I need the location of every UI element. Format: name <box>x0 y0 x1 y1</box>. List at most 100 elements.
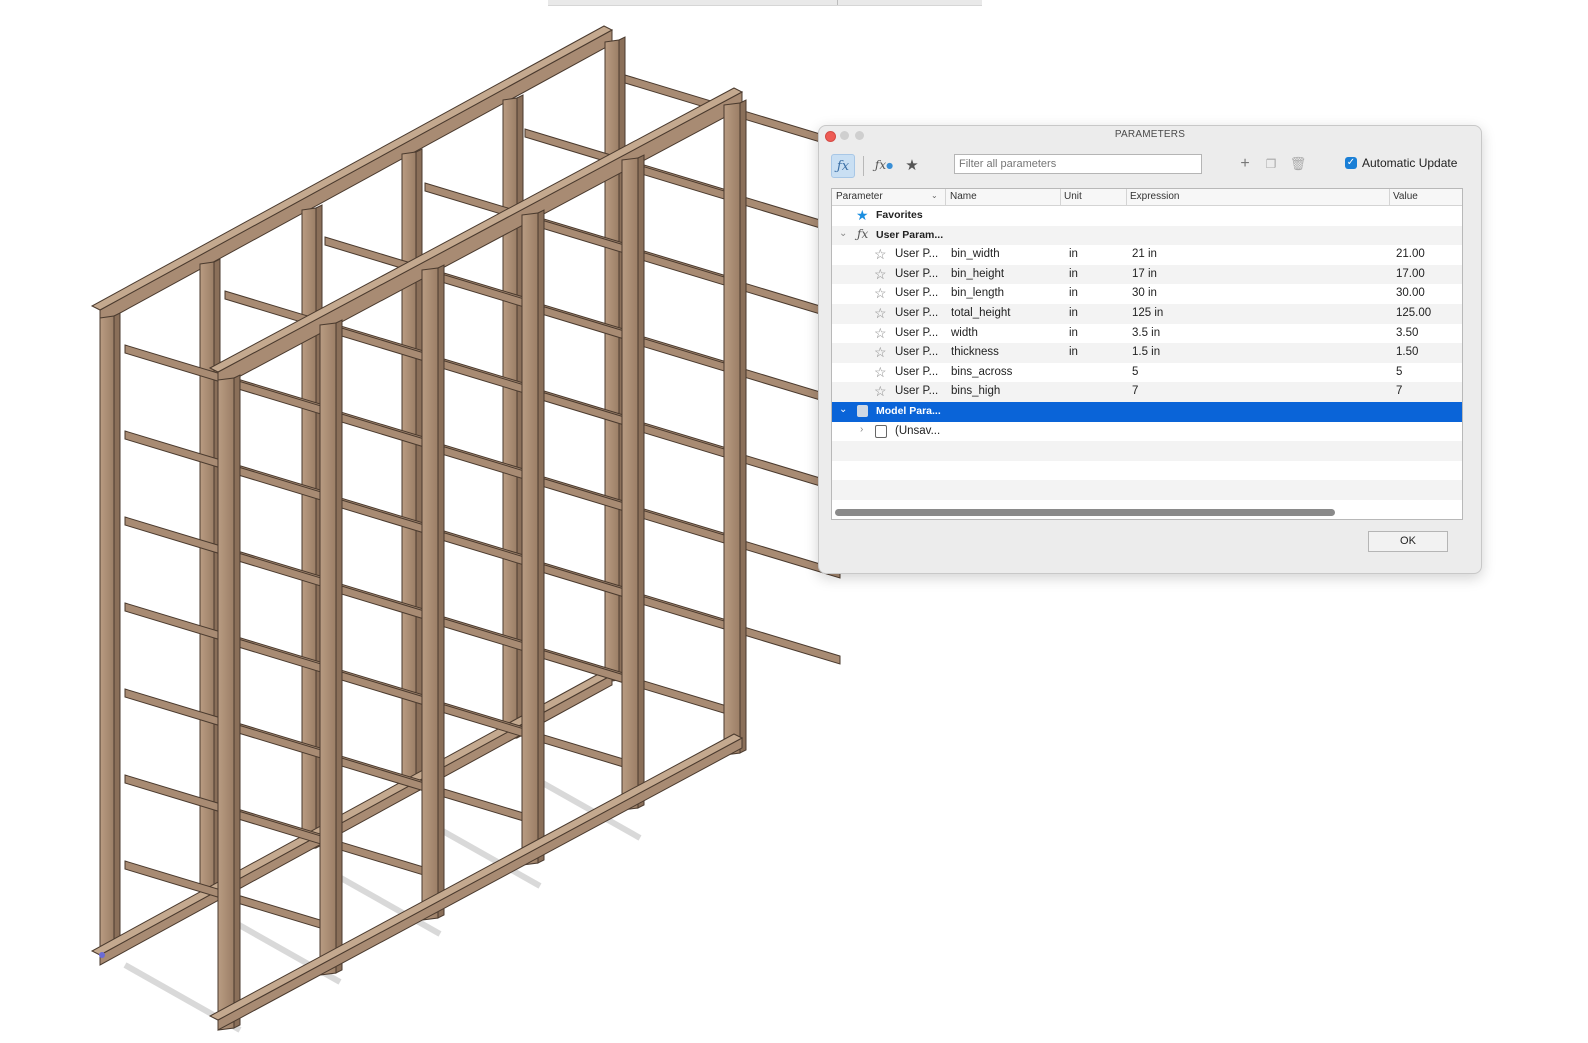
unit-cell: in <box>1069 248 1078 261</box>
value-cell: 17.00 <box>1396 267 1425 280</box>
model-cube-icon <box>857 404 868 417</box>
star-outline-icon[interactable]: ☆ <box>874 364 887 381</box>
table-row[interactable]: ☆ User P... bin_height in 17 in 17.00 <box>832 264 1462 285</box>
value-cell: 30.00 <box>1396 287 1425 300</box>
front-post <box>421 267 439 921</box>
table-row[interactable]: ☆ User P... thickness in 1.5 in 1.50 <box>832 343 1462 363</box>
column-header-value[interactable]: Value <box>1393 191 1418 205</box>
parameter-cell: User P... <box>895 248 939 261</box>
star-outline-icon[interactable]: ☆ <box>874 285 887 302</box>
parameter-cell: User P... <box>895 346 939 359</box>
empty-row <box>832 441 1462 461</box>
front-post-side <box>233 374 241 1029</box>
value-cell: 21.00 <box>1396 248 1425 261</box>
star-outline-icon[interactable]: ☆ <box>874 325 887 342</box>
automatic-update-toggle[interactable]: ✓ Automatic Update <box>1345 156 1457 170</box>
front-post-side <box>537 209 545 864</box>
star-outline-icon[interactable]: ☆ <box>874 383 887 400</box>
ok-button[interactable]: OK <box>1368 531 1448 552</box>
star-outline-icon[interactable]: ☆ <box>874 344 887 361</box>
expression-cell[interactable]: 21 in <box>1132 248 1157 260</box>
front-bottom-beam <box>217 737 743 1031</box>
component-icon <box>875 424 887 438</box>
star-filled-icon: ★ <box>856 207 869 223</box>
star-outline-icon[interactable]: ☆ <box>874 266 887 283</box>
wood-rack-model <box>90 25 841 1033</box>
expression-cell[interactable]: 5 <box>1132 366 1138 378</box>
expression-cell[interactable]: 7 <box>1132 385 1138 397</box>
table-row[interactable]: ☆ User P... width in 3.5 in 3.50 <box>832 324 1462 344</box>
toolbar-divider <box>863 156 864 176</box>
origin-point[interactable] <box>99 952 105 958</box>
plus-icon[interactable]: + <box>1236 154 1254 174</box>
star-outline-icon[interactable]: ☆ <box>874 246 887 263</box>
unit-cell: in <box>1069 267 1078 280</box>
parameter-cell: User P... <box>895 306 939 319</box>
parameter-cell: User P... <box>895 267 939 280</box>
chevron-right-icon[interactable]: › <box>860 424 863 435</box>
empty-row <box>832 461 1462 481</box>
table-row[interactable]: ☆ User P... bins_high 7 7 <box>832 382 1462 402</box>
user-params-group-row[interactable]: ⌄ ƒx User Param... <box>832 225 1462 246</box>
expression-cell[interactable]: 3.5 in <box>1132 327 1160 339</box>
name-cell: width <box>951 326 978 339</box>
parameter-cell: User P... <box>895 287 939 300</box>
model-params-group-row[interactable]: ⌄ Model Para... <box>832 401 1462 422</box>
parameter-cell: User P... <box>895 385 939 398</box>
front-post-side <box>335 319 343 974</box>
column-header-parameter[interactable]: Parameter <box>836 191 883 205</box>
dialog-toolbar: ƒx ƒx● ★ + ❐ 🗑 ✓ Automatic Update <box>819 152 1481 182</box>
value-cell: 5 <box>1396 365 1403 378</box>
fx-icon[interactable]: ƒx <box>831 154 855 178</box>
dialog-titlebar: PARAMETERS <box>819 126 1481 144</box>
chevron-down-icon[interactable]: ⌄ <box>839 228 847 239</box>
star-icon[interactable]: ★ <box>901 154 923 176</box>
expression-cell[interactable]: 30 in <box>1132 287 1157 299</box>
name-cell: bins_across <box>951 365 1013 378</box>
expression-cell[interactable]: 125 in <box>1132 307 1163 319</box>
name-cell: total_height <box>951 306 1011 319</box>
front-bottom-beam-top <box>208 733 744 1021</box>
name-cell: bin_length <box>951 287 1005 300</box>
table-row[interactable]: ☆ User P... bins_across 5 5 <box>832 363 1462 383</box>
model-child-row[interactable]: › (Unsav... <box>832 422 1462 442</box>
value-cell: 1.50 <box>1396 346 1419 359</box>
expression-cell[interactable]: 1.5 in <box>1132 346 1160 358</box>
value-cell: 125.00 <box>1396 306 1432 319</box>
filter-parameters-input[interactable] <box>954 154 1202 174</box>
fx-user-icon[interactable]: ƒx ● <box>873 154 895 176</box>
chevron-down-icon[interactable]: ⌄ <box>931 191 938 205</box>
copy-icon[interactable]: ❐ <box>1262 154 1280 174</box>
unit-cell: in <box>1069 346 1078 359</box>
parameters-dialog: PARAMETERS ƒx ƒx● ★ + ❐ 🗑 ✓ Automatic Up… <box>818 125 1482 574</box>
front-post <box>723 102 741 756</box>
unit-cell: in <box>1069 326 1078 339</box>
column-header-expression[interactable]: Expression <box>1130 191 1179 205</box>
fx-icon: ƒx <box>857 226 869 241</box>
model-child-label: (Unsav... <box>895 424 941 437</box>
table-row[interactable]: ☆ User P... bin_length in 30 in 30.00 <box>832 284 1462 304</box>
checkbox-checked-icon[interactable]: ✓ <box>1345 157 1357 169</box>
unit-cell: in <box>1069 287 1078 300</box>
star-outline-icon[interactable]: ☆ <box>874 305 887 322</box>
front-post <box>319 322 337 976</box>
front-top-beam-top <box>208 87 744 373</box>
front-post <box>217 377 235 1031</box>
user-params-group-label: User Param... <box>876 228 944 241</box>
column-header-name[interactable]: Name <box>950 191 977 205</box>
chevron-down-icon[interactable]: ⌄ <box>839 404 847 415</box>
column-header-unit[interactable]: Unit <box>1064 191 1082 205</box>
value-cell: 7 <box>1396 385 1403 398</box>
table-row[interactable]: ☆ User P... bin_width in 21 in 21.00 <box>832 245 1462 265</box>
front-post-side <box>739 99 747 754</box>
back-post <box>99 315 115 959</box>
table-header: Parameter ⌄ Name Unit Expression Value <box>832 189 1462 206</box>
trash-icon[interactable]: 🗑 <box>1289 154 1307 174</box>
empty-row <box>832 480 1462 500</box>
horizontal-scrollbar[interactable] <box>835 509 1335 516</box>
viewport-toolbar-edge <box>548 0 982 6</box>
expression-cell[interactable]: 17 in <box>1132 268 1157 280</box>
favorites-row[interactable]: ★ Favorites <box>832 206 1462 226</box>
parameter-cell: User P... <box>895 365 939 378</box>
table-row[interactable]: ☆ User P... total_height in 125 in 125.00 <box>832 303 1462 324</box>
